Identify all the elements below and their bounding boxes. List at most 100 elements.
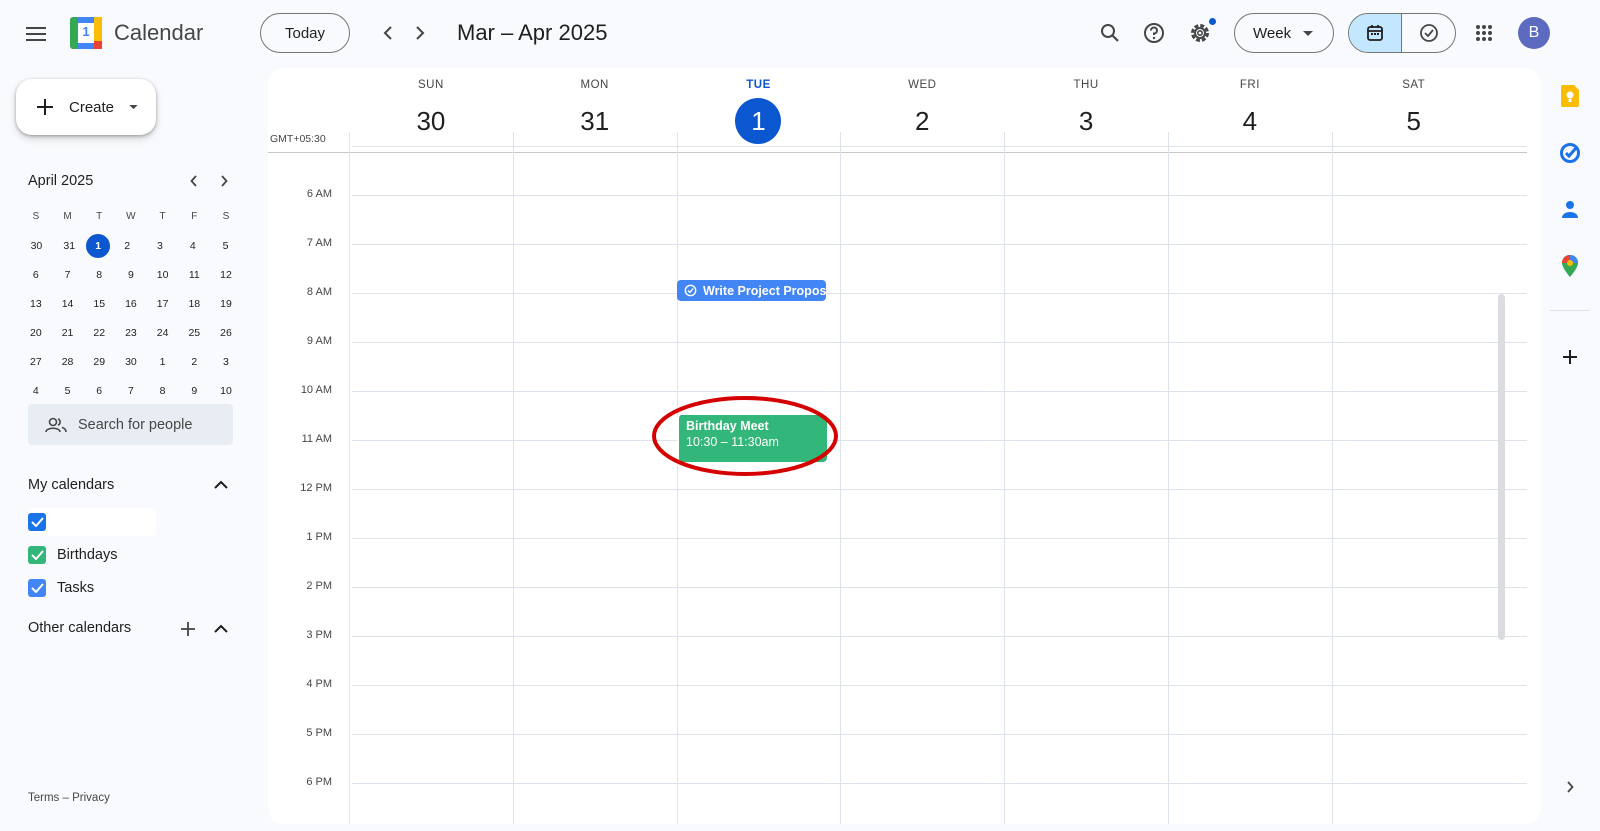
calendar-checkbox[interactable] bbox=[28, 546, 46, 564]
hour-gridline bbox=[352, 391, 1527, 392]
mini-day[interactable]: 18 bbox=[178, 292, 210, 316]
time-label: 11 AM bbox=[301, 433, 332, 445]
terms-link[interactable]: Terms bbox=[28, 792, 59, 804]
create-button[interactable]: Create bbox=[16, 79, 156, 135]
mini-day[interactable]: 23 bbox=[115, 321, 147, 345]
mini-day[interactable]: 22 bbox=[83, 321, 115, 345]
chevron-right-icon bbox=[416, 26, 425, 40]
mini-day[interactable]: 12 bbox=[210, 263, 242, 287]
mini-day[interactable]: 7 bbox=[52, 263, 84, 287]
mini-day[interactable]: 24 bbox=[147, 321, 179, 345]
help-button[interactable] bbox=[1134, 13, 1174, 53]
time-label: 7 AM bbox=[306, 237, 332, 249]
mini-day[interactable]: 26 bbox=[210, 321, 242, 345]
get-addons-button[interactable] bbox=[1558, 345, 1582, 369]
vertical-scrollbar[interactable] bbox=[1498, 294, 1505, 640]
mini-day[interactable]: 2 bbox=[178, 350, 210, 374]
mini-day[interactable]: 6 bbox=[20, 263, 52, 287]
mini-day[interactable]: 5 bbox=[210, 234, 242, 258]
privacy-link[interactable]: Privacy bbox=[72, 792, 110, 804]
mini-day[interactable]: 27 bbox=[20, 350, 52, 374]
day-number[interactable]: 4 bbox=[1168, 98, 1332, 144]
day-number[interactable]: 2 bbox=[840, 98, 1004, 144]
mini-day[interactable]: 13 bbox=[20, 292, 52, 316]
calendar-item-primary[interactable] bbox=[28, 508, 156, 536]
next-week-button[interactable] bbox=[400, 13, 440, 53]
mini-day[interactable]: 31 bbox=[53, 234, 85, 258]
day-number[interactable]: 5 bbox=[1332, 98, 1496, 144]
mini-day[interactable]: 11 bbox=[178, 263, 210, 287]
mini-day[interactable]: 5 bbox=[52, 379, 84, 403]
maps-app-button[interactable] bbox=[1558, 254, 1582, 278]
mini-day[interactable]: 20 bbox=[20, 321, 52, 345]
calendar-logo[interactable]: 1 bbox=[69, 16, 103, 50]
mini-day[interactable]: 19 bbox=[210, 292, 242, 316]
main-menu-button[interactable] bbox=[17, 14, 57, 54]
mini-day[interactable]: 3 bbox=[210, 350, 242, 374]
mini-day[interactable]: 16 bbox=[115, 292, 147, 316]
mini-day[interactable]: 30 bbox=[21, 234, 53, 258]
mini-day[interactable]: 10 bbox=[210, 379, 242, 403]
day-number[interactable]: 31 bbox=[513, 98, 677, 144]
mini-day[interactable]: 4 bbox=[20, 379, 52, 403]
mini-day[interactable]: 3 bbox=[144, 234, 176, 258]
calendar-view-toggle[interactable] bbox=[1349, 14, 1403, 52]
add-other-calendar-button[interactable] bbox=[178, 619, 198, 639]
day-header-fri[interactable]: FRI 4 bbox=[1168, 68, 1332, 144]
mini-day[interactable]: 8 bbox=[147, 379, 179, 403]
mini-day[interactable]: 6 bbox=[83, 379, 115, 403]
search-people[interactable]: Search for people bbox=[28, 404, 233, 445]
gear-icon bbox=[1191, 24, 1209, 42]
mini-day[interactable]: 21 bbox=[52, 321, 84, 345]
mini-day[interactable]: 10 bbox=[147, 263, 179, 287]
view-select[interactable]: Week bbox=[1234, 13, 1334, 53]
mini-day[interactable]: 25 bbox=[178, 321, 210, 345]
settings-button[interactable] bbox=[1180, 13, 1220, 53]
day-header-thu[interactable]: THU 3 bbox=[1004, 68, 1168, 144]
calendar-item-tasks[interactable]: Tasks bbox=[28, 574, 178, 602]
task-event-write-project-proposal[interactable]: Write Project Proposal bbox=[677, 280, 826, 301]
mini-day[interactable]: 29 bbox=[83, 350, 115, 374]
check-icon bbox=[30, 583, 44, 593]
mini-day[interactable]: 17 bbox=[147, 292, 179, 316]
account-avatar[interactable]: B bbox=[1518, 17, 1550, 49]
tasks-app-button[interactable] bbox=[1558, 141, 1582, 165]
calendar-item-birthdays[interactable]: Birthdays bbox=[28, 541, 178, 569]
search-button[interactable] bbox=[1090, 13, 1130, 53]
mini-day[interactable]: 7 bbox=[115, 379, 147, 403]
my-calendars-header[interactable]: My calendars bbox=[28, 476, 234, 498]
mini-day[interactable]: 28 bbox=[52, 350, 84, 374]
today-button[interactable]: Today bbox=[260, 13, 350, 53]
mini-day[interactable]: 14 bbox=[52, 292, 84, 316]
day-number[interactable]: 1 bbox=[735, 98, 782, 144]
day-number[interactable]: 3 bbox=[1004, 98, 1168, 144]
apps-button[interactable] bbox=[1464, 13, 1504, 53]
mini-day[interactable]: 8 bbox=[83, 263, 115, 287]
calendar-checkbox[interactable] bbox=[28, 513, 46, 531]
mini-day[interactable]: 2 bbox=[111, 234, 143, 258]
day-header-tue[interactable]: TUE 1 bbox=[677, 68, 841, 144]
day-header-sat[interactable]: SAT 5 bbox=[1332, 68, 1496, 144]
day-number[interactable]: 30 bbox=[349, 98, 513, 144]
tasks-view-toggle[interactable] bbox=[1402, 14, 1455, 52]
day-header-mon[interactable]: MON 31 bbox=[513, 68, 677, 144]
mini-weekday: F bbox=[191, 210, 198, 222]
toggle-side-panel-button[interactable] bbox=[1558, 775, 1582, 799]
search-people-input[interactable]: Search for people bbox=[78, 417, 192, 433]
mini-day[interactable]: 1 bbox=[86, 233, 111, 258]
day-header-wed[interactable]: WED 2 bbox=[840, 68, 1004, 144]
calendar-checkbox[interactable] bbox=[28, 579, 46, 597]
mini-prev-month-button[interactable] bbox=[184, 171, 204, 191]
mini-day[interactable]: 1 bbox=[147, 350, 179, 374]
contacts-app-button[interactable] bbox=[1558, 197, 1582, 221]
mini-day[interactable]: 9 bbox=[115, 263, 147, 287]
mini-day[interactable]: 4 bbox=[177, 234, 209, 258]
collapse-other-calendars-button[interactable] bbox=[211, 619, 231, 639]
mini-day[interactable]: 30 bbox=[115, 350, 147, 374]
mini-day[interactable]: 9 bbox=[178, 379, 210, 403]
mini-next-month-button[interactable] bbox=[214, 171, 234, 191]
keep-app-button[interactable] bbox=[1558, 84, 1582, 108]
day-name: SUN bbox=[418, 79, 444, 91]
day-header-sun[interactable]: SUN 30 bbox=[349, 68, 513, 144]
mini-day[interactable]: 15 bbox=[83, 292, 115, 316]
